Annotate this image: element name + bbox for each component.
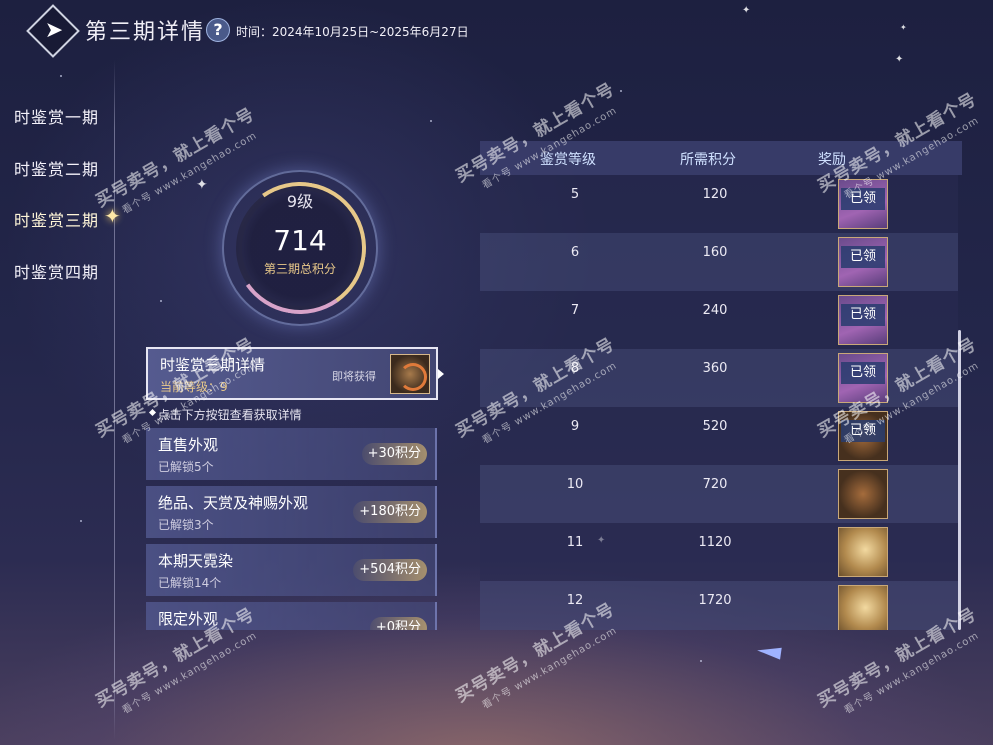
category-points-badge: +180积分: [353, 501, 427, 523]
category-unlocked: 已解锁14个: [158, 576, 222, 590]
row-points: 1120: [698, 535, 732, 550]
category-points-badge: +504积分: [353, 559, 427, 581]
category-list: 直售外观 已解锁5个 +30积分 绝品、天赏及神赐外观 已解锁3个 +180积分…: [146, 428, 438, 630]
watermark-sub: 看个号 www.kangehao.com: [480, 625, 620, 712]
table-row: 12 1720: [480, 581, 958, 630]
star-dot: [700, 660, 702, 662]
total-score: 714: [273, 224, 327, 257]
reward-item[interactable]: 已领: [838, 353, 888, 403]
header-level: 鉴赏等级: [540, 152, 596, 168]
nav-item-period-3[interactable]: 时鉴赏三期: [14, 207, 99, 231]
next-reward-thumbnail[interactable]: [390, 354, 430, 394]
category-item-limited[interactable]: 限定外观 +0积分: [146, 602, 437, 630]
reward-item[interactable]: [838, 585, 888, 630]
star-dot: [430, 120, 432, 122]
category-points-badge: +30积分: [361, 443, 427, 465]
table-row: 6 160 已领: [480, 233, 958, 291]
reward-item[interactable]: 已领: [838, 179, 888, 229]
pointer-arrow-icon: [438, 369, 444, 379]
row-points: 160: [702, 245, 728, 260]
nav-item-period-2[interactable]: 时鉴赏二期: [14, 156, 99, 180]
page-title: 第三期详情: [85, 20, 206, 45]
table-row: 9 520 已领: [480, 407, 958, 465]
row-points: 360: [702, 361, 728, 376]
reward-item[interactable]: [838, 469, 888, 519]
table-row: 8 360 已领: [480, 349, 958, 407]
claimed-tag: 已领: [841, 304, 885, 326]
category-unlocked: 已解锁3个: [158, 518, 214, 532]
back-arrow-icon[interactable]: ➤: [38, 19, 70, 43]
reward-item[interactable]: 已领: [838, 237, 888, 287]
period-time: 时间：2024年10月25日~2025年6月27日: [236, 25, 469, 39]
table-row: 10 720: [480, 465, 958, 523]
paper-plane-icon: [756, 644, 782, 660]
total-score-label: 第三期总积分: [263, 262, 336, 276]
header: ➤ 第三期详情 ? 时间：2024年10月25日~2025年6月27日: [0, 0, 993, 60]
star-dot: [60, 75, 62, 77]
table-row: 11 1120: [480, 523, 958, 581]
next-reward-label: 即将获得: [332, 370, 376, 383]
category-name: 本期天霓染: [158, 552, 234, 570]
header-points: 所需积分: [680, 152, 736, 168]
watermark-sub: 看个号 www.kangehao.com: [842, 630, 982, 717]
reward-item[interactable]: [838, 527, 888, 577]
star-dot: [80, 520, 82, 522]
table-row: 7 240 已领: [480, 291, 958, 349]
row-points: 520: [702, 419, 728, 434]
category-name: 直售外观: [158, 436, 219, 454]
help-icon[interactable]: ?: [206, 18, 230, 42]
category-item-direct-sale[interactable]: 直售外观 已解锁5个 +30积分: [146, 428, 437, 480]
score-ring: 9级 714 第三期总积分: [200, 160, 400, 340]
category-name: 限定外观: [158, 610, 219, 628]
reward-item[interactable]: 已领: [838, 295, 888, 345]
nav-item-period-4[interactable]: 时鉴赏四期: [14, 259, 99, 283]
claimed-tag: 已领: [841, 188, 885, 210]
row-points: 120: [702, 187, 728, 202]
hint-label: 点击下方按钮查看获取详情: [157, 408, 302, 422]
current-level: 9级: [286, 192, 314, 211]
category-unlocked: 已解锁5个: [158, 460, 214, 474]
detail-title: 时鉴赏三期详情: [160, 356, 266, 374]
reward-table-header: 鉴赏等级 所需积分 奖励: [480, 141, 962, 175]
claimed-tag: 已领: [841, 362, 885, 384]
row-points: 240: [702, 303, 728, 318]
category-item-premium[interactable]: 绝品、天赏及神赐外观 已解锁3个 +180积分: [146, 486, 437, 538]
claimed-tag: 已领: [841, 246, 885, 268]
reward-item[interactable]: 已领: [838, 411, 888, 461]
category-item-dye[interactable]: 本期天霓染 已解锁14个 +504积分: [146, 544, 437, 596]
header-reward: 奖励: [818, 152, 846, 168]
reward-table: 5 120 已领 6 160 已领 7 240 已领 8 360 已领 9 520 已领 10 720 11 112…: [480, 175, 958, 630]
active-indicator-icon: ✦: [104, 204, 121, 228]
nav-divider: [114, 60, 115, 740]
scrollbar[interactable]: [958, 330, 961, 630]
star-dot: [160, 300, 162, 302]
row-points: 720: [702, 477, 728, 492]
star-dot: [620, 90, 622, 92]
table-row: 5 120 已领: [480, 175, 958, 233]
period-detail-card[interactable]: 时鉴赏三期详情 当前等级：9 即将获得: [146, 347, 438, 400]
detail-current-level: 当前等级：9: [160, 380, 228, 394]
nav-item-period-1[interactable]: 时鉴赏一期: [14, 104, 99, 128]
row-points: 1720: [698, 593, 732, 608]
claimed-tag: 已领: [841, 420, 885, 442]
category-name: 绝品、天赏及神赐外观: [158, 494, 309, 512]
hint-text: 点击下方按钮查看获取详情: [150, 406, 302, 423]
watermark-sub: 看个号 www.kangehao.com: [120, 630, 260, 717]
category-points-badge: +0积分: [369, 617, 427, 630]
